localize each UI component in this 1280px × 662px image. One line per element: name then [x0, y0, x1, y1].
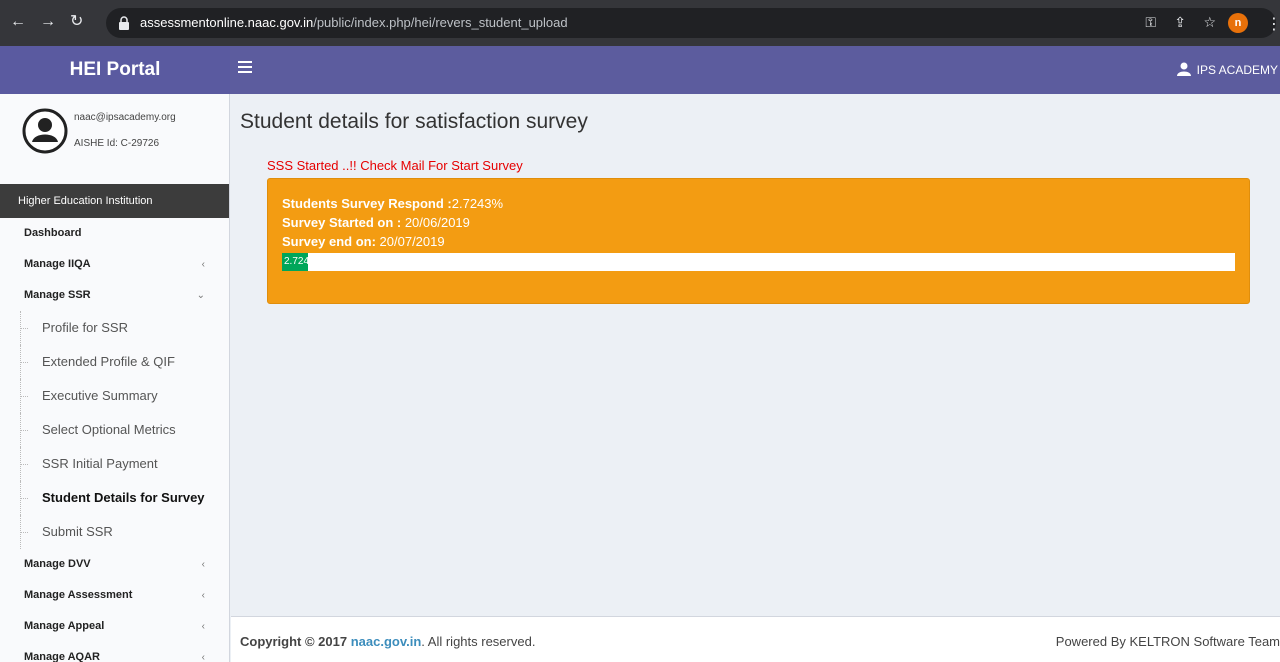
sidebar-item-student-details-for-survey[interactable]: Student Details for Survey	[0, 481, 229, 515]
chevron-left-icon: ‹	[201, 590, 205, 601]
copyright-text: Copyright © 2017 naac.gov.in. All rights…	[240, 634, 536, 649]
sidebar-item-manage-ssr[interactable]: Manage SSR ⌄	[0, 280, 229, 311]
survey-progress-bar: 2.7243%	[282, 253, 1235, 271]
user-panel: naac@ipsacademy.org AISHE Id: C-29726	[0, 94, 229, 184]
page-footer: Copyright © 2017 naac.gov.in. All rights…	[231, 616, 1280, 662]
survey-started-value: 20/06/2019	[401, 215, 470, 230]
survey-alert-message: SSS Started ..!! Check Mail For Start Su…	[267, 158, 523, 173]
survey-started-line: Survey Started on : 20/06/2019	[282, 215, 470, 230]
profile-avatar[interactable]: n	[1228, 13, 1248, 33]
sidebar-item-ssr-initial-payment[interactable]: SSR Initial Payment	[0, 447, 229, 481]
forward-arrow-icon[interactable]: →	[40, 14, 56, 30]
kebab-menu-icon[interactable]: ⋮	[1266, 14, 1280, 34]
sidebar-item-dashboard[interactable]: Dashboard	[0, 218, 229, 249]
survey-end-line: Survey end on: 20/07/2019	[282, 234, 445, 249]
chevron-left-icon: ‹	[201, 652, 205, 662]
chevron-left-icon: ‹	[201, 621, 205, 632]
sidebar-section-header: Higher Education Institution	[0, 184, 229, 218]
chevron-left-icon: ‹	[201, 559, 205, 570]
survey-status-box: Students Survey Respond :2.7243% Survey …	[267, 178, 1250, 304]
sidebar-item-extended-profile[interactable]: Extended Profile & QIF	[0, 345, 229, 379]
survey-end-label: Survey end on:	[282, 234, 376, 249]
user-menu[interactable]: IPS ACADEMY	[1176, 62, 1278, 77]
survey-respond-value: 2.7243%	[451, 196, 504, 211]
browser-toolbar: ← → ↻ assessmentonline.naac.gov.in/publi…	[0, 0, 1280, 46]
survey-started-label: Survey Started on :	[282, 215, 402, 230]
powered-by-text: Powered By KELTRON Software Team	[1055, 634, 1280, 649]
chevron-down-icon: ⌄	[196, 290, 205, 301]
main-content: Student details for satisfaction survey …	[231, 94, 1280, 616]
lock-icon[interactable]	[118, 16, 130, 30]
back-arrow-icon[interactable]: ←	[10, 14, 26, 30]
ssr-submenu: Profile for SSR Extended Profile & QIF E…	[0, 311, 229, 549]
naac-link[interactable]: naac.gov.in	[351, 634, 422, 649]
sidebar-item-manage-appeal[interactable]: Manage Appeal ‹	[0, 611, 229, 642]
sidebar-item-manage-iiqa[interactable]: Manage IIQA ‹	[0, 249, 229, 280]
star-icon[interactable]: ☆	[1203, 14, 1216, 31]
sidebar-item-submit-ssr[interactable]: Submit SSR	[0, 515, 229, 549]
page-title: Student details for satisfaction survey	[240, 110, 588, 133]
chevron-left-icon: ‹	[201, 259, 205, 270]
reload-icon[interactable]: ↻	[70, 14, 83, 30]
sidebar-item-manage-aqar[interactable]: Manage AQAR ‹	[0, 642, 229, 662]
url-text[interactable]: assessmentonline.naac.gov.in/public/inde…	[140, 15, 568, 30]
user-aishe-id: AISHE Id: C-29726	[74, 138, 160, 149]
sidebar-item-manage-dvv[interactable]: Manage DVV ‹	[0, 549, 229, 580]
user-name: IPS ACADEMY	[1196, 63, 1278, 77]
sidebar-item-select-optional-metrics[interactable]: Select Optional Metrics	[0, 413, 229, 447]
user-icon	[1176, 62, 1191, 76]
app-header: HEI Portal IPS ACADEMY	[0, 46, 1280, 94]
share-icon[interactable]: ⇪	[1174, 14, 1186, 31]
sidebar: naac@ipsacademy.org AISHE Id: C-29726 Hi…	[0, 94, 230, 662]
sidebar-item-profile-for-ssr[interactable]: Profile for SSR	[0, 311, 229, 345]
sidebar-item-executive-summary[interactable]: Executive Summary	[0, 379, 229, 413]
survey-end-value: 20/07/2019	[375, 234, 445, 249]
address-bar[interactable]: assessmentonline.naac.gov.in/public/inde…	[106, 8, 1280, 38]
sidebar-item-manage-assessment[interactable]: Manage Assessment ‹	[0, 580, 229, 611]
hamburger-menu-icon[interactable]	[238, 61, 252, 75]
survey-respond-label: Students Survey Respond :	[282, 196, 452, 211]
survey-progress-label: 2.7243%	[284, 256, 324, 267]
user-email: naac@ipsacademy.org	[74, 112, 176, 123]
survey-respond-line: Students Survey Respond :2.7243%	[282, 196, 503, 211]
avatar	[22, 108, 68, 154]
key-icon[interactable]: ⚿	[1145, 14, 1156, 31]
brand-logo[interactable]: HEI Portal	[0, 46, 230, 94]
